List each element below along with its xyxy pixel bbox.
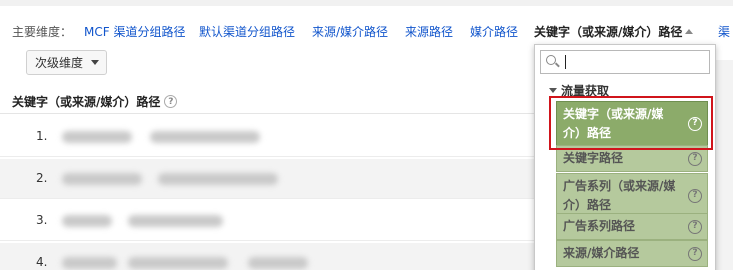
help-icon[interactable]: ?	[688, 219, 702, 234]
caret-up-icon	[685, 29, 694, 34]
dimension-search-input[interactable]	[563, 53, 703, 71]
redacted-value	[150, 131, 260, 143]
table-row[interactable]: 2.	[0, 159, 540, 199]
dimension-link-default-channel-group[interactable]: 默认渠道分组路径	[199, 23, 295, 40]
chevron-down-icon	[91, 60, 100, 65]
option-label: 广告系列路径	[563, 219, 636, 233]
dimension-link-medium-path[interactable]: 媒介路径	[470, 23, 518, 40]
collapse-triangle-icon	[549, 88, 557, 93]
dimension-link-source-medium-path[interactable]: 来源/媒介路径	[312, 23, 388, 40]
row-index: 4.	[36, 255, 48, 269]
option-label-line1: 广告系列（或来源/媒	[563, 179, 676, 193]
dimension-link-mcf-channel-group[interactable]: MCF 渠道分组路径	[84, 23, 185, 40]
help-icon[interactable]: ?	[688, 246, 702, 261]
secondary-dimension-button[interactable]: 次级维度	[26, 50, 107, 75]
dimension-link-overflow[interactable]: 渠	[718, 23, 730, 40]
table-row[interactable]: 1.	[0, 117, 540, 157]
redacted-value	[128, 215, 223, 227]
dimension-active-label: 关键字（或来源/媒介）路径	[534, 25, 683, 39]
help-icon[interactable]: ?	[688, 189, 702, 203]
redacted-value	[128, 257, 228, 269]
dimension-dropdown-panel: 流量获取 关键字（或来源/媒 介）路径 ? 关键字路径 ? 广告系列（或来源/媒…	[534, 44, 716, 270]
primary-dimension-bar: 主要维度： MCF 渠道分组路径 默认渠道分组路径 来源/媒介路径 来源路径 媒…	[0, 20, 733, 42]
top-strip	[0, 0, 733, 6]
primary-dimension-label: 主要维度：	[12, 25, 73, 39]
row-index: 1.	[36, 129, 48, 143]
redacted-value	[62, 173, 142, 185]
option-label: 来源/媒介路径	[563, 246, 640, 260]
option-label: 关键字路径	[563, 151, 624, 165]
redacted-value	[62, 215, 112, 227]
help-icon[interactable]: ?	[688, 151, 702, 166]
dimension-search-input-box[interactable]	[540, 50, 710, 74]
dimension-active-keyword-path[interactable]: 关键字（或来源/媒介）路径	[534, 23, 694, 40]
table-row[interactable]: 4.	[0, 243, 540, 270]
redacted-value	[158, 173, 278, 185]
row-index: 3.	[36, 213, 48, 227]
help-icon[interactable]: ?	[164, 95, 178, 108]
secondary-dimension-label: 次级维度	[35, 56, 84, 70]
dimension-link-source-path[interactable]: 来源路径	[405, 23, 453, 40]
vertical-scrollbar[interactable]	[713, 60, 733, 270]
option-source-medium-path[interactable]: 来源/媒介路径 ?	[556, 240, 708, 267]
search-icon	[546, 55, 556, 65]
table-column-header: 关键字（或来源/媒介）路径?	[0, 88, 540, 114]
table-row[interactable]: 3.	[0, 201, 540, 241]
redacted-value	[248, 257, 308, 269]
redacted-value	[62, 257, 117, 269]
text-cursor	[565, 55, 566, 69]
redacted-value	[62, 131, 132, 143]
option-campaign-path[interactable]: 广告系列路径 ?	[556, 213, 708, 240]
selection-highlight-box	[549, 96, 713, 150]
column-header-label: 关键字（或来源/媒介）路径	[12, 95, 161, 109]
row-index: 2.	[36, 171, 48, 185]
